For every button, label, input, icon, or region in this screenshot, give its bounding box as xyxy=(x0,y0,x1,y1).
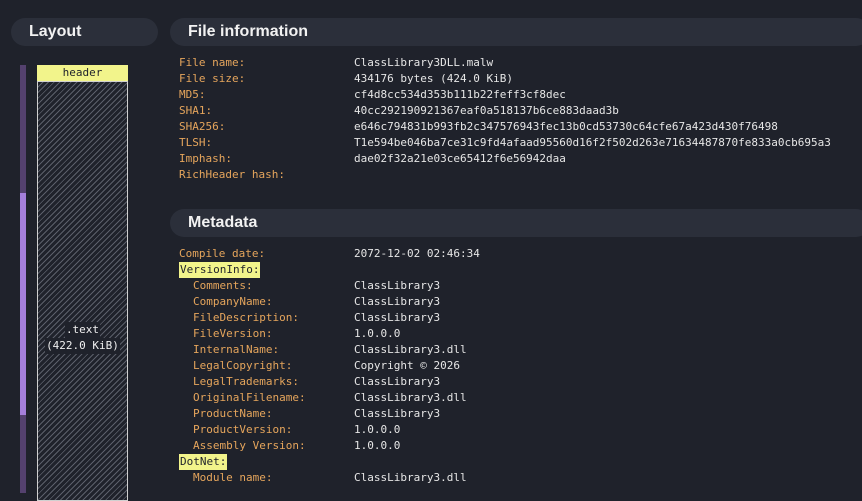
layout-panel-title: Layout xyxy=(11,18,158,46)
imphash-value: dae02f32a21e03ce65412f6e56942daa xyxy=(354,152,566,165)
layout-offset-strip-highlight xyxy=(20,193,26,415)
dotnet-label[interactable]: DotNet: xyxy=(179,454,228,470)
metadata-title: Metadata xyxy=(170,209,862,237)
file-information-title: File information xyxy=(170,18,862,46)
version-info-label[interactable]: VersionInfo: xyxy=(179,262,261,278)
sha256-key: SHA256: xyxy=(179,120,226,133)
layout-block-header[interactable]: header xyxy=(37,65,128,81)
layout-block-text-section[interactable] xyxy=(37,81,128,501)
product-version-value: 1.0.0.0 xyxy=(354,423,401,436)
compile-date-value: 2072-12-02 02:46:34 xyxy=(354,247,480,260)
sha1-value: 40cc292190921367eaf0a518137b6ce883daad3b xyxy=(354,104,619,117)
tlsh-value: T1e594be046ba7ce31c9fd4afaad95560d16f2f5… xyxy=(354,136,831,149)
richheader-hash-key: RichHeader hash: xyxy=(179,168,285,181)
file-description-key: FileDescription: xyxy=(193,311,299,324)
legal-trademarks-key: LegalTrademarks: xyxy=(193,375,299,388)
company-name-key: CompanyName: xyxy=(193,295,273,308)
product-name-value: ClassLibrary3 xyxy=(354,407,441,420)
tlsh-key: TLSH: xyxy=(179,136,213,149)
md5-key: MD5: xyxy=(179,88,206,101)
text-section-name: .text xyxy=(64,322,101,338)
file-version-key: FileVersion: xyxy=(193,327,273,340)
assembly-version-value: 1.0.0.0 xyxy=(354,439,401,452)
internal-name-key: InternalName: xyxy=(193,343,280,356)
assembly-version-key: Assembly Version: xyxy=(193,439,306,452)
sha256-value: e646c794831b993fb2c347576943fec13b0cd537… xyxy=(354,120,778,133)
comments-key: Comments: xyxy=(193,279,253,292)
file-name-key: File name: xyxy=(179,56,246,69)
file-name-value: ClassLibrary3DLL.malw xyxy=(354,56,494,69)
legal-trademarks-value: ClassLibrary3 xyxy=(354,375,441,388)
product-name-key: ProductName: xyxy=(193,407,273,420)
compile-date-key: Compile date: xyxy=(179,247,266,260)
company-name-value: ClassLibrary3 xyxy=(354,295,441,308)
module-name-key: Module name: xyxy=(193,471,273,484)
file-description-value: ClassLibrary3 xyxy=(354,311,441,324)
product-version-key: ProductVersion: xyxy=(193,423,293,436)
module-name-value: ClassLibrary3.dll xyxy=(354,471,467,484)
comments-value: ClassLibrary3 xyxy=(354,279,441,292)
legal-copyright-value: Copyright © 2026 xyxy=(354,359,460,372)
sha1-key: SHA1: xyxy=(179,104,213,117)
md5-value: cf4d8cc534d353b111b22feff3cf8dec xyxy=(354,88,566,101)
imphash-key: Imphash: xyxy=(179,152,232,165)
text-section-size: (422.0 KiB) xyxy=(45,338,120,354)
original-filename-value: ClassLibrary3.dll xyxy=(354,391,467,404)
legal-copyright-key: LegalCopyright: xyxy=(193,359,293,372)
layout-block-text-label: .text (422.0 KiB) xyxy=(37,322,128,354)
original-filename-key: OriginalFilename: xyxy=(193,391,306,404)
internal-name-value: ClassLibrary3.dll xyxy=(354,343,467,356)
file-version-value: 1.0.0.0 xyxy=(354,327,401,340)
file-size-value: 434176 bytes (424.0 KiB) xyxy=(354,72,513,85)
file-size-key: File size: xyxy=(179,72,246,85)
